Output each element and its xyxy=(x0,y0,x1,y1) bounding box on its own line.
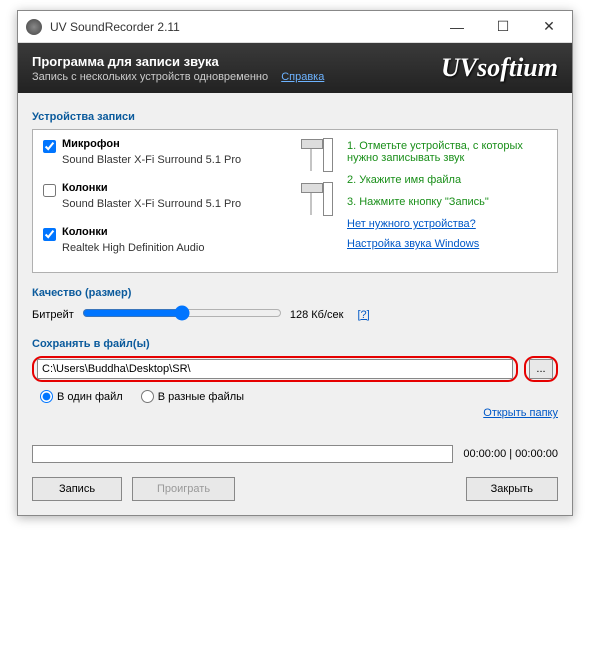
hint-step: 3. Нажмите кнопку "Запись" xyxy=(347,196,547,208)
brand-logo: UVsoftium xyxy=(441,53,558,83)
devices-section-title: Устройства записи xyxy=(32,111,558,123)
minimize-button[interactable]: — xyxy=(434,11,480,42)
play-button[interactable]: Проиграть xyxy=(132,477,235,501)
bitrate-slider[interactable] xyxy=(82,305,282,321)
titlebar: UV SoundRecorder 2.11 — ☐ ✕ xyxy=(18,11,572,43)
device-desc: Realtek High Definition Audio xyxy=(62,242,333,254)
progress-bar xyxy=(32,445,453,463)
device-desc: Sound Blaster X-Fi Surround 5.1 Pro xyxy=(62,198,297,210)
device-desc: Sound Blaster X-Fi Surround 5.1 Pro xyxy=(62,154,297,166)
file-path-row: ... xyxy=(32,356,558,382)
level-meter xyxy=(323,138,333,172)
bitrate-value: 128 Кб/сек xyxy=(290,309,344,321)
open-folder-link[interactable]: Открыть папку xyxy=(483,407,558,419)
hint-step: 1. Отметьте устройства, с которых нужно … xyxy=(347,140,547,164)
quality-section-title: Качество (размер) xyxy=(32,287,558,299)
record-button[interactable]: Запись xyxy=(32,477,122,501)
app-window: UV SoundRecorder 2.11 — ☐ ✕ Программа дл… xyxy=(17,10,573,516)
window-title: UV SoundRecorder 2.11 xyxy=(50,20,434,34)
windows-sound-link[interactable]: Настройка звука Windows xyxy=(347,238,479,250)
missing-device-link[interactable]: Нет нужного устройства? xyxy=(347,218,476,230)
device-item: Микрофон Sound Blaster X-Fi Surround 5.1… xyxy=(43,138,333,172)
close-app-button[interactable]: Закрыть xyxy=(466,477,558,501)
bitrate-label: Битрейт xyxy=(32,309,74,321)
device-name: Колонки xyxy=(62,182,297,194)
single-file-radio[interactable]: В один файл xyxy=(40,390,123,403)
device-item: Колонки Sound Blaster X-Fi Surround 5.1 … xyxy=(43,182,333,216)
close-button[interactable]: ✕ xyxy=(526,11,572,42)
header: Программа для записи звука Запись с неск… xyxy=(18,43,572,93)
volume-slider[interactable] xyxy=(305,139,317,171)
device-checkbox[interactable] xyxy=(43,184,56,197)
help-link[interactable]: Справка xyxy=(281,71,324,83)
hint-step: 2. Укажите имя файла xyxy=(347,174,547,186)
save-section-title: Сохранять в файл(ы) xyxy=(32,338,558,350)
time-display: 00:00:00 | 00:00:00 xyxy=(463,448,558,460)
volume-slider[interactable] xyxy=(305,183,317,215)
device-checkbox[interactable] xyxy=(43,228,56,241)
browse-button[interactable]: ... xyxy=(529,359,553,379)
app-subtitle: Запись с нескольких устройств одновремен… xyxy=(32,71,268,83)
hints-column: 1. Отметьте устройства, с которых нужно … xyxy=(347,138,547,264)
app-icon xyxy=(26,19,42,35)
multi-file-radio[interactable]: В разные файлы xyxy=(141,390,244,403)
maximize-button[interactable]: ☐ xyxy=(480,11,526,42)
app-title: Программа для записи звука xyxy=(32,54,441,69)
bitrate-help-link[interactable]: [?] xyxy=(357,309,369,321)
save-path-input[interactable] xyxy=(37,359,513,379)
device-item: Колонки Realtek High Definition Audio xyxy=(43,226,333,254)
device-checkbox[interactable] xyxy=(43,140,56,153)
device-name: Микрофон xyxy=(62,138,297,150)
device-name: Колонки xyxy=(62,226,333,238)
level-meter xyxy=(323,182,333,216)
devices-panel: Микрофон Sound Blaster X-Fi Surround 5.1… xyxy=(32,129,558,273)
